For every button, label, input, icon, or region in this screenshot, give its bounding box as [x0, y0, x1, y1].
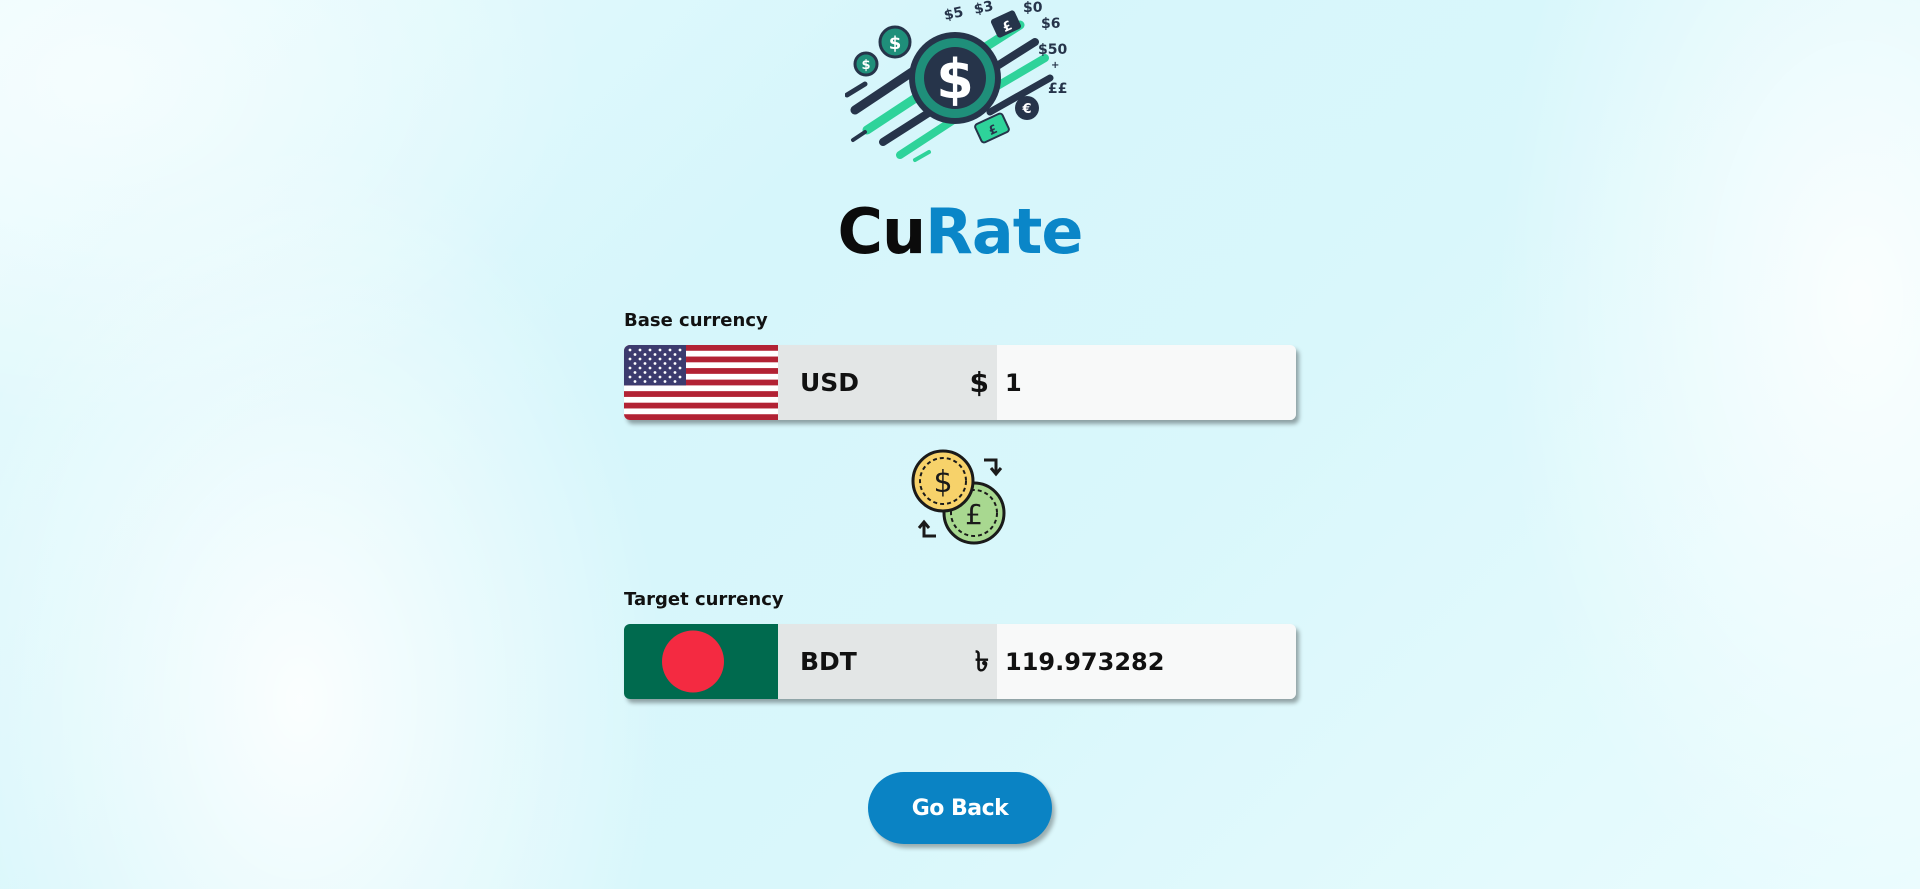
- target-currency-symbol: ৳: [975, 645, 989, 678]
- target-currency-code: BDT: [800, 647, 857, 676]
- base-currency-row: USD $: [624, 345, 1296, 420]
- app-title-part-rate: Rate: [925, 195, 1083, 268]
- svg-text:$50: $50: [1038, 42, 1067, 58]
- base-currency-select[interactable]: USD $: [778, 345, 997, 420]
- base-currency-code: USD: [800, 368, 860, 397]
- bangladesh-flag-icon[interactable]: [624, 624, 778, 699]
- svg-text:$3: $3: [973, 0, 995, 18]
- base-currency-label: Base currency: [624, 310, 768, 331]
- base-currency-symbol: $: [969, 366, 989, 399]
- money-logo-icon: $ $ € £ £ $ $5 $3 $0 $6 $50 ££ +: [845, 0, 1067, 162]
- app-title: CuRate: [0, 192, 1920, 272]
- svg-text:€: €: [1021, 102, 1031, 117]
- us-flag-icon[interactable]: [624, 345, 778, 420]
- svg-text:$5: $5: [943, 4, 965, 24]
- svg-text:$0: $0: [1023, 0, 1043, 16]
- app-title-part-cu: Cu: [837, 195, 927, 268]
- svg-text:$: $: [889, 33, 902, 54]
- svg-text:+: +: [1051, 60, 1059, 71]
- base-amount-input[interactable]: [997, 345, 1296, 420]
- target-currency-row: BDT ৳: [624, 624, 1296, 699]
- svg-text:$: $: [861, 58, 870, 73]
- svg-text:$: $: [936, 48, 974, 111]
- currency-exchange-icon[interactable]: £ $: [908, 446, 1012, 550]
- go-back-button[interactable]: Go Back: [868, 772, 1052, 844]
- svg-text:$6: $6: [1041, 16, 1060, 32]
- pound-symbol: £: [965, 498, 983, 531]
- target-currency-label: Target currency: [624, 589, 784, 610]
- target-amount-output[interactable]: [997, 624, 1296, 699]
- target-currency-select[interactable]: BDT ৳: [778, 624, 997, 699]
- svg-text:££: ££: [1048, 81, 1067, 97]
- dollar-symbol: $: [933, 465, 952, 500]
